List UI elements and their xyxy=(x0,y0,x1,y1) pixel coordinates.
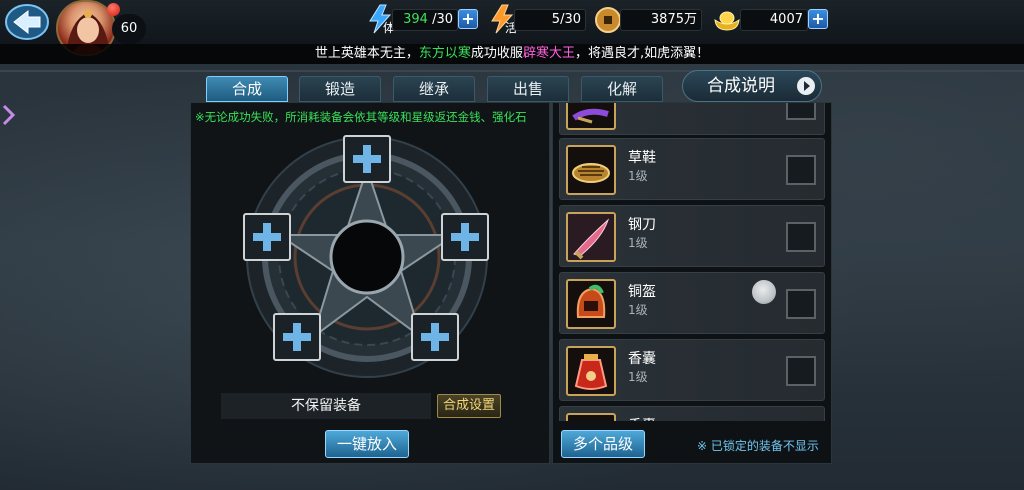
item-level: 1级 xyxy=(628,370,648,384)
steel-blade-icon xyxy=(566,212,616,262)
stamina-max: /30 xyxy=(432,12,453,27)
item-name: 香囊 xyxy=(628,351,656,367)
energy-value: 5/30 xyxy=(514,9,586,31)
play-arrow-icon xyxy=(797,77,815,95)
locked-equipment-note: ※ 已锁定的装备不显示 xyxy=(697,439,819,453)
back-button[interactable] xyxy=(4,2,50,42)
list-item[interactable]: 钢刀 1级 xyxy=(559,205,825,267)
side-expand-arrow[interactable] xyxy=(0,100,18,130)
auto-fill-button[interactable]: 一键放入 xyxy=(325,430,409,458)
straw-sandal-icon xyxy=(566,145,616,195)
touch-indicator xyxy=(752,280,776,304)
back-arrow-icon xyxy=(5,4,49,40)
marquee-player-name: 东方以寒 xyxy=(418,46,471,61)
item-name: 钢刀 xyxy=(628,217,656,233)
marquee-text-3: ，将遇良才,如虎添翼！ xyxy=(574,46,710,61)
equipment-list-panel: 草鞋 1级 钢刀 1级 铜盔 1级 香囊 1级 多个品级 ※ 已锁定的装备不显示 xyxy=(552,102,832,464)
multi-grade-button[interactable]: 多个品级 xyxy=(561,430,645,458)
material-slot-bottom-left[interactable] xyxy=(273,313,321,361)
list-item[interactable] xyxy=(559,103,825,135)
item-name: 草鞋 xyxy=(628,150,656,166)
list-item[interactable]: 香囊 1级 xyxy=(559,339,825,401)
keep-equipment-option[interactable]: 不保留装备 xyxy=(221,393,431,419)
select-checkbox[interactable] xyxy=(786,356,816,386)
bronze-helmet-icon xyxy=(566,279,616,329)
stamina-value: 394 /30 xyxy=(392,9,458,31)
select-checkbox[interactable] xyxy=(786,103,816,120)
top-bar: 60 体 394 /30 + 活 5/30 3875万 4007 + xyxy=(0,0,1024,56)
list-item[interactable]: 铜盔 1级 xyxy=(559,272,825,334)
player-level-badge: 60 xyxy=(112,14,146,44)
copper-value: 3875万 xyxy=(620,9,702,31)
weapon-icon xyxy=(566,103,616,130)
select-checkbox[interactable] xyxy=(786,155,816,185)
stamina-current: 394 xyxy=(403,12,428,27)
item-level: 1级 xyxy=(628,236,648,250)
material-slot-right[interactable] xyxy=(441,213,489,261)
chevron-right-icon xyxy=(2,104,16,126)
sachet-icon xyxy=(566,346,616,396)
select-checkbox[interactable] xyxy=(786,222,816,252)
item-level: 1级 xyxy=(628,303,648,317)
gold-ingot-icon xyxy=(712,6,742,38)
list-item[interactable]: 草鞋 1级 xyxy=(559,138,825,200)
synthesis-help-button[interactable]: 合成说明 xyxy=(682,70,822,102)
material-slot-bottom-right[interactable] xyxy=(411,313,459,361)
synthesis-circle xyxy=(241,131,493,383)
panel-frame-line xyxy=(0,70,1024,72)
gold-value: 4007 xyxy=(740,9,808,31)
marquee-text-1: 世上英雄本无主， xyxy=(314,46,419,61)
notification-dot xyxy=(107,3,120,16)
tab-inherit[interactable]: 继承 xyxy=(393,76,475,102)
tab-sell[interactable]: 出售 xyxy=(487,76,569,102)
select-checkbox[interactable] xyxy=(786,289,816,319)
tab-forge[interactable]: 锻造 xyxy=(299,76,381,102)
marquee-hero-name: 辟寒大王 xyxy=(522,46,575,61)
add-gold-button[interactable]: + xyxy=(808,9,828,29)
synthesis-panel: ※无论成功失败，所消耗装备会依其等级和星级返还金钱、强化石 不保留装备 合成设置… xyxy=(190,102,550,464)
tab-dismantle[interactable]: 化解 xyxy=(581,76,663,102)
synthesis-notice: ※无论成功失败，所消耗装备会依其等级和星级返还金钱、强化石 xyxy=(195,110,527,124)
tab-synthesize[interactable]: 合成 xyxy=(206,76,288,102)
material-slot-left[interactable] xyxy=(243,213,291,261)
broadcast-marquee: 世上英雄本无主，东方以寒成功收服辟寒大王，将遇良才,如虎添翼！ xyxy=(0,44,1024,64)
synthesis-settings-button[interactable]: 合成设置 xyxy=(437,394,501,418)
item-level: 1级 xyxy=(628,169,648,183)
add-stamina-button[interactable]: + xyxy=(458,9,478,29)
material-slot-top[interactable] xyxy=(343,135,391,183)
item-name: 铜盔 xyxy=(628,284,656,300)
help-button-label: 合成说明 xyxy=(707,76,775,96)
marquee-text-2: 成功收服 xyxy=(470,46,523,61)
